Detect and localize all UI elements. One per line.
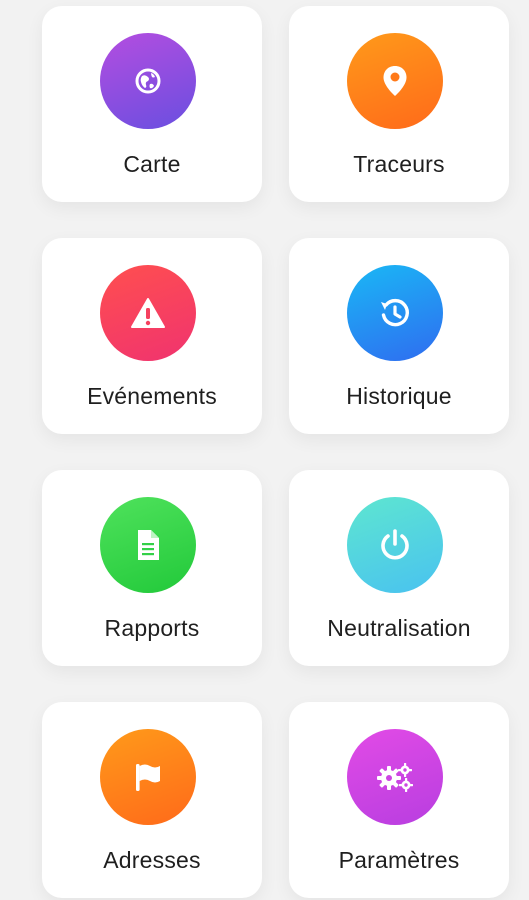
flag-icon bbox=[100, 729, 196, 825]
tile-label: Carte bbox=[123, 151, 181, 177]
tile-label: Adresses bbox=[103, 847, 201, 873]
document-icon bbox=[100, 497, 196, 593]
location-pin-icon bbox=[347, 33, 443, 129]
tile-evenements[interactable]: Evénements bbox=[42, 238, 262, 434]
tile-historique[interactable]: Historique bbox=[289, 238, 509, 434]
tile-rapports[interactable]: Rapports bbox=[42, 470, 262, 666]
tile-label: Traceurs bbox=[353, 151, 445, 177]
tile-label: Neutralisation bbox=[327, 615, 471, 641]
tile-traceurs[interactable]: Traceurs bbox=[289, 6, 509, 202]
tile-adresses[interactable]: Adresses bbox=[42, 702, 262, 898]
power-icon bbox=[347, 497, 443, 593]
history-icon bbox=[347, 265, 443, 361]
tile-parametres[interactable]: Paramètres bbox=[289, 702, 509, 898]
warning-icon bbox=[100, 265, 196, 361]
tile-label: Historique bbox=[346, 383, 452, 409]
tile-label: Rapports bbox=[104, 615, 200, 641]
menu-grid: Carte Traceurs Evénements Historique Rap… bbox=[0, 0, 529, 900]
gears-icon bbox=[347, 729, 443, 825]
globe-icon bbox=[100, 33, 196, 129]
tile-label: Paramètres bbox=[338, 847, 460, 873]
tile-neutralisation[interactable]: Neutralisation bbox=[289, 470, 509, 666]
tile-label: Evénements bbox=[87, 383, 217, 409]
tile-carte[interactable]: Carte bbox=[42, 6, 262, 202]
